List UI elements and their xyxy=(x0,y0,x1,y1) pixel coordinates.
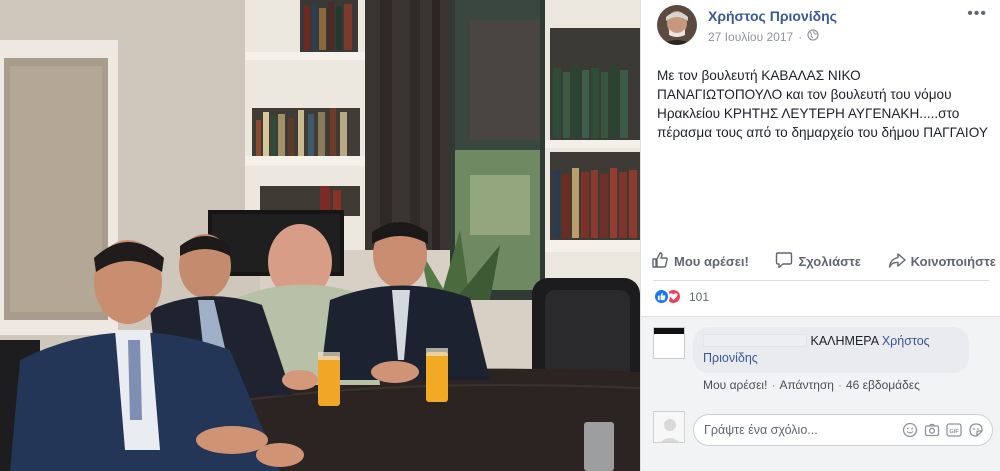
post-actions-bar: Μου αρέσει! Σχολιάστε Κοινοποιήστε xyxy=(651,244,996,274)
comment-button[interactable]: Σχολιάστε xyxy=(775,251,861,272)
like-reaction-icon xyxy=(653,288,670,305)
commenter-avatar[interactable] xyxy=(653,327,685,359)
redacted-commenter-name xyxy=(703,334,807,347)
comment-label: Σχολιάστε xyxy=(798,253,861,269)
sticker-icon[interactable] xyxy=(968,422,984,438)
more-options-button[interactable]: ••• xyxy=(967,6,987,22)
comment-bubble: ΚΑΛΗΜΕΡΑ Χρήστος Πριονίδης xyxy=(693,327,969,373)
current-user-avatar xyxy=(653,411,685,443)
post-date[interactable]: 27 Ιουλίου 2017 xyxy=(708,30,793,44)
comment-reply-link[interactable]: Απάντηση xyxy=(779,378,834,392)
thumbs-up-icon xyxy=(651,251,669,272)
globe-icon[interactable] xyxy=(807,29,819,44)
share-arrow-icon xyxy=(888,251,906,272)
comment-like-link[interactable]: Μου αρέσει! xyxy=(703,378,767,392)
share-label: Κοινοποιήστε xyxy=(910,253,996,269)
like-label: Μου αρέσει! xyxy=(674,253,749,269)
reaction-badges xyxy=(653,288,682,305)
emoji-icon[interactable] xyxy=(902,422,918,438)
post-photo[interactable] xyxy=(0,0,640,471)
reactions-summary[interactable]: 101 xyxy=(653,288,709,305)
separator-dot: · xyxy=(837,378,842,392)
post-text: Με τον βουλευτή ΚΑΒΑΛΑΣ ΝΙΚΟ ΠΑΝΑΓΙΩΤΟΠΟ… xyxy=(657,68,988,140)
comment-input[interactable] xyxy=(704,423,894,437)
composer-tools: GIF xyxy=(902,422,984,438)
svg-text:GIF: GIF xyxy=(949,429,959,435)
author-name-link[interactable]: Χρήστος Πριονίδης xyxy=(708,8,837,24)
comment-icon xyxy=(775,251,793,272)
comments-section: ΚΑΛΗΜΕΡΑ Χρήστος Πριονίδης Μου αρέσει! ·… xyxy=(641,316,1000,471)
post-meta: 27 Ιουλίου 2017 · xyxy=(708,29,819,44)
post-panel: Χρήστος Πριονίδης 27 Ιουλίου 2017 · ••• … xyxy=(640,0,1000,471)
separator-dot: · xyxy=(798,29,803,44)
author-avatar[interactable] xyxy=(657,5,697,45)
separator-dot: · xyxy=(771,378,776,392)
gif-icon[interactable]: GIF xyxy=(946,422,962,438)
reaction-count: 101 xyxy=(689,289,710,304)
divider xyxy=(653,280,989,281)
comment-text: ΚΑΛΗΜΕΡΑ xyxy=(810,334,879,348)
like-button[interactable]: Μου αρέσει! xyxy=(651,251,749,272)
post-header: Χρήστος Πριονίδης 27 Ιουλίου 2017 · ••• xyxy=(657,5,987,49)
share-button[interactable]: Κοινοποιήστε xyxy=(888,251,996,272)
comment-actions: Μου αρέσει! · Απάντηση · 46 εβδομάδες xyxy=(703,378,920,392)
office-meeting-photo xyxy=(0,0,640,471)
camera-icon[interactable] xyxy=(924,422,940,438)
comment-composer[interactable]: GIF xyxy=(693,414,993,446)
comment-timestamp[interactable]: 46 εβδομάδες xyxy=(846,378,920,392)
